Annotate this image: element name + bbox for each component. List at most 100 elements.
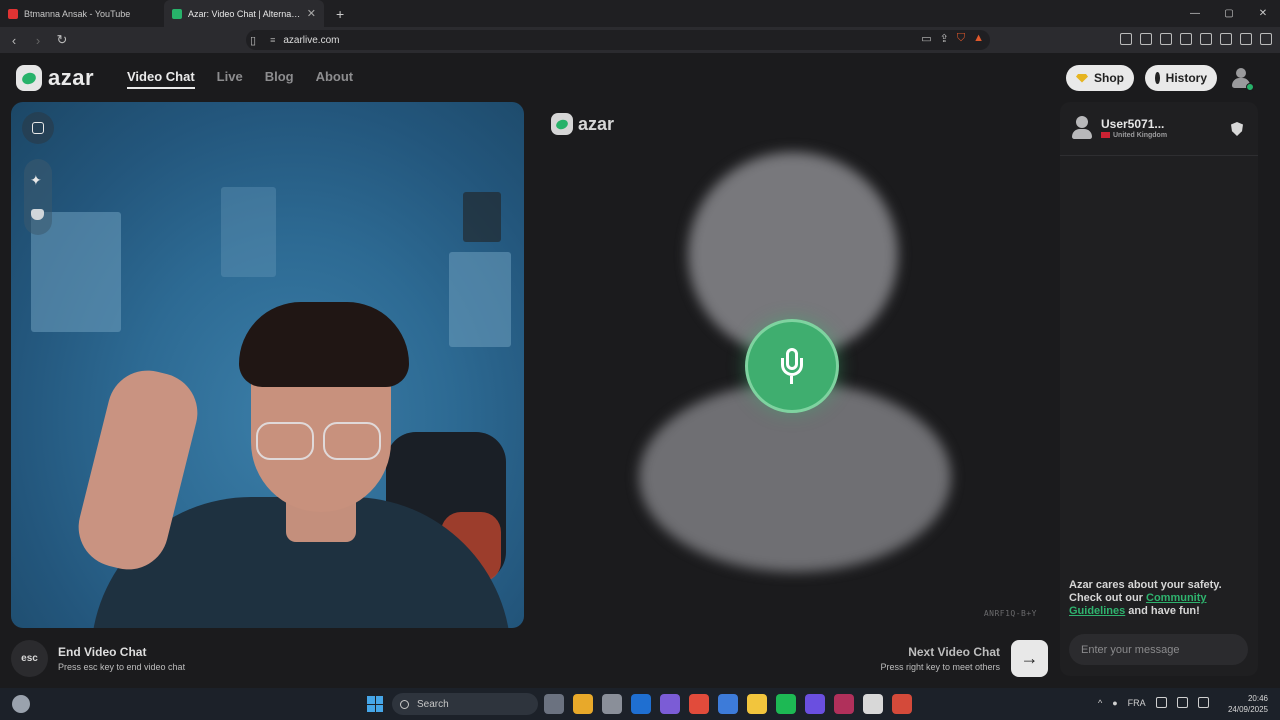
url-actions: ▭ ⇪ ⛉ ▲ (921, 32, 984, 45)
nav-video-chat[interactable]: Video Chat (127, 69, 195, 89)
fullscreen-button[interactable] (22, 112, 54, 144)
profile-avatar[interactable] (1229, 66, 1254, 91)
taskbar-app-icon[interactable] (805, 694, 825, 714)
nav-blog[interactable]: Blog (265, 69, 294, 89)
reload-icon[interactable]: ↻ (52, 32, 72, 48)
mask-icon[interactable] (31, 209, 44, 220)
tab-azar[interactable]: Azar: Video Chat | Alternative ✕ (164, 0, 324, 27)
system-tray: ^ ● FRA (1098, 697, 1209, 708)
azar-logo[interactable]: azar (16, 65, 94, 91)
network-icon[interactable] (1155, 697, 1167, 708)
logo-text: azar (48, 65, 95, 90)
remote-watermark-logo: azar (551, 113, 614, 135)
main-nav: Video Chat Live Blog About (127, 69, 353, 89)
expand-icon (32, 122, 44, 134)
taskbar-app-icon[interactable] (718, 694, 738, 714)
wallet-icon[interactable] (1180, 33, 1192, 45)
language-indicator[interactable]: FRA (1128, 698, 1146, 708)
next-chat-title: Next Video Chat (908, 645, 1000, 659)
address-bar-row: ‹ › ↻ ▯ ≡ azarlive.com ▭ ⇪ ⛉ ▲ (0, 27, 1280, 53)
azar-favicon-icon (172, 8, 182, 19)
end-chat-title: End Video Chat (58, 645, 147, 659)
partner-avatar (1072, 116, 1092, 140)
safety-text-end: and have fun! (1125, 605, 1200, 617)
menu-icon[interactable] (1260, 33, 1272, 45)
taskbar-app-icon[interactable] (863, 694, 883, 714)
sparkle-effects-icon[interactable]: ✦ (30, 172, 42, 189)
extension-icon[interactable] (1120, 33, 1132, 45)
taskbar-app-icon[interactable] (602, 694, 622, 714)
mic-tray-icon[interactable]: ● (1112, 698, 1117, 708)
sidebar-icon[interactable] (1160, 33, 1172, 45)
close-window-button[interactable]: ✕ (1246, 0, 1280, 27)
start-button[interactable] (367, 696, 383, 712)
partner-info: User5071... United Kingdom (1072, 116, 1167, 140)
os-taskbar: Search ^ ● FRA 20:46 24/09/2025 (0, 688, 1280, 720)
partner-username: User5071... (1101, 117, 1165, 131)
profile-icon[interactable] (1240, 33, 1252, 45)
taskbar-search[interactable]: Search (392, 693, 538, 715)
rewards-icon[interactable]: ▲ (973, 32, 984, 45)
uk-flag-icon (1101, 132, 1110, 139)
history-label: History (1165, 71, 1207, 85)
taskbar-app-icon[interactable] (834, 694, 854, 714)
vpn-icon[interactable] (1220, 33, 1232, 45)
message-placeholder: Enter your message (1081, 643, 1180, 656)
next-chat-button[interactable]: → (1011, 640, 1048, 677)
taskbar-app-icon[interactable] (573, 694, 593, 714)
shop-button[interactable]: Shop (1066, 65, 1134, 91)
end-chat-button[interactable]: esc (11, 640, 48, 677)
tab-title: Azar: Video Chat | Alternative (188, 8, 301, 19)
arrow-right-icon: → (1020, 648, 1039, 668)
report-shield-icon[interactable] (1231, 122, 1243, 136)
tray-chevron-icon[interactable]: ^ (1098, 698, 1102, 708)
taskbar-app-icon[interactable] (747, 694, 767, 714)
nav-live[interactable]: Live (217, 69, 243, 89)
online-status-dot (1246, 83, 1254, 91)
shop-label: Shop (1094, 71, 1124, 85)
message-input[interactable]: Enter your message (1069, 634, 1248, 665)
session-code: ANRF1Q-B+Y (983, 609, 1037, 618)
site-info-icon[interactable]: ≡ (270, 35, 275, 45)
microphone-button[interactable] (745, 319, 839, 413)
azar-logo-icon (551, 113, 573, 135)
clock-time: 20:46 (1247, 694, 1268, 703)
taskbar-app-icon[interactable] (631, 694, 651, 714)
nav-about[interactable]: About (316, 69, 354, 89)
safety-notice: Azar cares about your safety. Check out … (1069, 579, 1229, 618)
taskbar-clock[interactable]: 20:46 24/09/2025 (1228, 693, 1268, 715)
leo-icon[interactable] (1200, 33, 1212, 45)
taskbar-app-icon[interactable] (892, 694, 912, 714)
widgets-icon[interactable] (12, 695, 30, 713)
extensions-bar (1120, 33, 1272, 45)
brave-shield-icon[interactable]: ⛉ (957, 32, 965, 45)
new-tab-button[interactable]: + (336, 6, 344, 22)
forward-icon[interactable]: › (28, 33, 48, 48)
minimize-button[interactable]: — (1178, 0, 1212, 27)
share-icon[interactable]: ⇪ (940, 32, 949, 45)
taskbar-app-icon[interactable] (660, 694, 680, 714)
media-icon[interactable] (1140, 33, 1152, 45)
watermark-text: azar (578, 113, 615, 134)
taskbar-app-icon[interactable] (689, 694, 709, 714)
cast-icon[interactable]: ▭ (921, 32, 931, 45)
back-icon[interactable]: ‹ (4, 33, 24, 48)
bookmark-icon[interactable]: ▯ (250, 34, 256, 47)
azar-logo-icon (16, 65, 42, 91)
close-tab-icon[interactable]: ✕ (307, 7, 316, 20)
taskbar-app-icon[interactable] (776, 694, 796, 714)
volume-icon[interactable] (1176, 697, 1188, 708)
taskbar-app-icon[interactable] (544, 694, 564, 714)
divider (1060, 155, 1258, 156)
battery-icon[interactable] (1197, 697, 1209, 708)
history-button[interactable]: History (1145, 65, 1217, 91)
tab-youtube[interactable]: Btmanna Ansak - YouTube (0, 0, 164, 27)
url-field[interactable]: ▯ ≡ azarlive.com ▭ ⇪ ⛉ ▲ (246, 30, 990, 50)
clock-icon (1155, 72, 1160, 84)
site-header: azar Video Chat Live Blog About Shop His… (0, 53, 1280, 101)
remote-video-view: azar ANRF1Q-B+Y (541, 102, 1051, 628)
next-chat-info: Next Video Chat Press right key to meet … (860, 645, 1000, 672)
gem-icon (1076, 73, 1088, 83)
youtube-favicon-icon (8, 8, 18, 19)
maximize-button[interactable]: ▢ (1212, 0, 1246, 27)
